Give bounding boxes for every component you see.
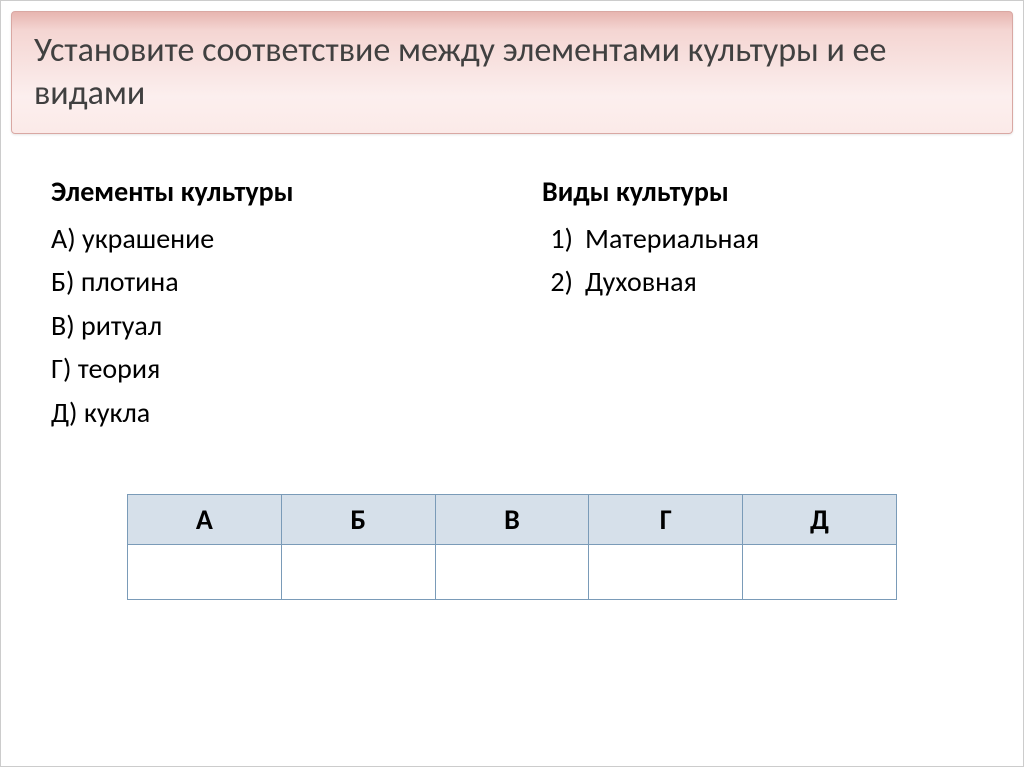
- table-header-cell: В: [435, 494, 589, 544]
- left-item: В) ритуал: [51, 304, 482, 347]
- table-header-row: А Б В Г Д: [128, 494, 897, 544]
- table-header-cell: Б: [281, 494, 435, 544]
- table-answer-cell[interactable]: [128, 544, 282, 599]
- left-item: Д) кукла: [51, 391, 482, 434]
- header-bar: Установите соответствие между элементами…: [11, 11, 1013, 134]
- slide: Установите соответствие между элементами…: [0, 0, 1024, 767]
- right-item-num: 2): [537, 260, 573, 303]
- table-answer-cell[interactable]: [589, 544, 743, 599]
- slide-title: Установите соответствие между элементами…: [34, 30, 990, 115]
- right-heading: Виды культуры: [542, 174, 973, 209]
- right-item-text: Духовная: [585, 264, 697, 299]
- table-answer-cell[interactable]: [281, 544, 435, 599]
- right-item-text: Материальная: [585, 221, 759, 256]
- right-item-num: 1): [537, 217, 573, 260]
- left-item: Б) плотина: [51, 260, 482, 303]
- left-heading: Элементы культуры: [51, 174, 482, 209]
- table-header-cell: Д: [743, 494, 897, 544]
- table-input-row: [128, 544, 897, 599]
- left-column: Элементы культуры А) украшение Б) плотин…: [51, 174, 482, 434]
- table-answer-cell[interactable]: [743, 544, 897, 599]
- right-item: 1) Материальная: [573, 217, 973, 260]
- right-item: 2) Духовная: [573, 260, 973, 303]
- answer-table: А Б В Г Д: [127, 494, 897, 600]
- table-answer-cell[interactable]: [435, 544, 589, 599]
- table-header-cell: А: [128, 494, 282, 544]
- left-item: Г) теория: [51, 347, 482, 390]
- table-header-cell: Г: [589, 494, 743, 544]
- content-area: Элементы культуры А) украшение Б) плотин…: [1, 134, 1023, 454]
- left-item: А) украшение: [51, 217, 482, 260]
- right-list: 1) Материальная 2) Духовная: [542, 217, 973, 304]
- right-column: Виды культуры 1) Материальная 2) Духовна…: [542, 174, 973, 434]
